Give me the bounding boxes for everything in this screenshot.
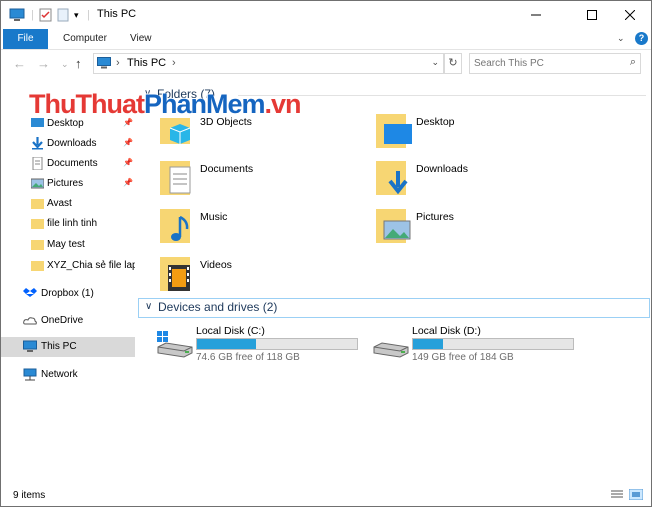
chevron-right-icon: ›	[116, 57, 120, 69]
chevron-right-icon[interactable]: ›	[172, 57, 176, 69]
expand-ribbon-icon[interactable]: ⌄	[617, 33, 625, 44]
folder-pictures[interactable]: Pictures	[376, 207, 586, 251]
sidebar-item-onedrive[interactable]: OneDrive	[1, 311, 135, 331]
drive-c[interactable]: Local Disk (C:) 74.6 GB free of 118 GB	[156, 323, 366, 363]
divider: |	[31, 9, 34, 21]
customize-toolbar-icon[interactable]: ▾	[74, 7, 79, 23]
drive-usage-fill	[197, 339, 256, 349]
hard-drive-windows-icon	[157, 331, 193, 358]
explorer-window: | ▾ | This PC File Computer View ⌄ ? ← →…	[0, 0, 652, 507]
downloads-folder-icon	[376, 161, 408, 195]
videos-folder-icon	[160, 257, 190, 291]
sidebar-item-xyz[interactable]: XYZ_Chia sẻ file lapt	[1, 256, 135, 276]
sidebar-item-dropbox[interactable]: Dropbox (1)	[1, 284, 135, 304]
tab-file[interactable]: File	[3, 29, 48, 49]
pc-icon	[9, 7, 25, 23]
folder-icon	[31, 217, 44, 230]
window-title: This PC	[97, 8, 137, 20]
document-icon	[31, 156, 44, 171]
navigation-pane: Desktop 📌 Downloads 📌 Documents 📌 Pictur…	[1, 81, 137, 481]
documents-folder-icon	[160, 161, 191, 195]
drive-usage-bar	[196, 338, 358, 350]
pin-icon: 📌	[123, 138, 133, 147]
drive-usage-fill	[413, 339, 444, 349]
large-icons-view-icon[interactable]	[628, 488, 644, 503]
status-item-count: 9 items	[13, 490, 46, 501]
forward-button[interactable]: →	[37, 56, 50, 71]
pin-icon: 📌	[123, 158, 133, 167]
divider: |	[87, 9, 90, 21]
desktop-folder-icon	[376, 114, 412, 148]
up-button[interactable]: ↑	[75, 56, 82, 71]
pc-icon	[97, 57, 111, 72]
ribbon-tabs: File Computer View ⌄ ?	[1, 29, 651, 50]
recent-locations-icon[interactable]: ⌄	[61, 59, 69, 70]
tab-computer[interactable]: Computer	[63, 29, 107, 49]
picture-icon	[30, 177, 45, 190]
breadcrumb-this-pc[interactable]: This PC	[127, 57, 166, 69]
sidebar-item-documents[interactable]: Documents 📌	[1, 154, 135, 174]
sidebar-item-file-linh-tinh[interactable]: file linh tinh	[1, 214, 135, 234]
pc-icon	[23, 340, 37, 353]
music-folder-icon	[160, 209, 190, 243]
sidebar-item-avast[interactable]: Avast	[1, 194, 135, 214]
navigation-bar: ← → ⌄ ↑ › This PC › ⌄ ↻ ⌕	[1, 50, 651, 78]
search-input[interactable]	[474, 56, 614, 70]
folder-downloads[interactable]: Downloads	[376, 159, 586, 203]
details-view-icon[interactable]	[611, 489, 623, 502]
help-icon[interactable]: ?	[635, 32, 648, 45]
folder-icon	[31, 197, 44, 210]
minimize-button[interactable]	[513, 1, 559, 29]
chevron-down-icon: ∨	[145, 301, 153, 312]
network-icon	[23, 368, 37, 381]
sidebar-item-this-pc[interactable]: This PC	[1, 337, 135, 357]
pictures-folder-icon	[376, 209, 411, 243]
sidebar-item-pictures[interactable]: Pictures 📌	[1, 174, 135, 194]
sidebar-item-downloads[interactable]: Downloads 📌	[1, 134, 135, 154]
back-button[interactable]: ←	[13, 56, 26, 71]
tab-view[interactable]: View	[130, 29, 152, 49]
folder-icon	[31, 259, 44, 272]
title-bar: | ▾ | This PC	[1, 1, 651, 29]
folder-icon	[31, 238, 44, 251]
folder-documents[interactable]: Documents	[160, 159, 370, 203]
sidebar-item-network[interactable]: Network	[1, 365, 135, 385]
content-pane: ∨ Folders (7) 3D Objects Desktop Documen…	[138, 81, 651, 481]
cloud-icon	[23, 314, 37, 327]
folder-videos[interactable]: Videos	[160, 255, 370, 299]
address-bar[interactable]: › This PC › ⌄	[93, 53, 444, 74]
properties-icon[interactable]	[39, 7, 52, 23]
address-dropdown-icon[interactable]: ⌄	[431, 57, 439, 68]
devices-group-header[interactable]: ∨ Devices and drives (2)	[138, 298, 650, 318]
hard-drive-icon	[373, 342, 409, 358]
download-arrow-icon	[31, 137, 44, 150]
pin-icon: 📌	[123, 178, 133, 187]
new-folder-icon[interactable]	[57, 7, 69, 23]
folder-desktop[interactable]: Desktop	[376, 112, 586, 156]
search-box[interactable]: ⌕	[469, 53, 641, 74]
close-button[interactable]	[607, 1, 652, 29]
refresh-button[interactable]: ↻	[444, 53, 462, 74]
search-icon: ⌕	[629, 56, 636, 68]
folder-music[interactable]: Music	[160, 207, 370, 251]
watermark-logo: ThuThuatPhanMem.vn	[29, 89, 302, 119]
dropbox-icon	[23, 287, 37, 300]
drive-d[interactable]: Local Disk (D:) 149 GB free of 184 GB	[372, 323, 582, 363]
drive-usage-bar	[412, 338, 574, 350]
sidebar-item-may-test[interactable]: May test	[1, 235, 135, 255]
